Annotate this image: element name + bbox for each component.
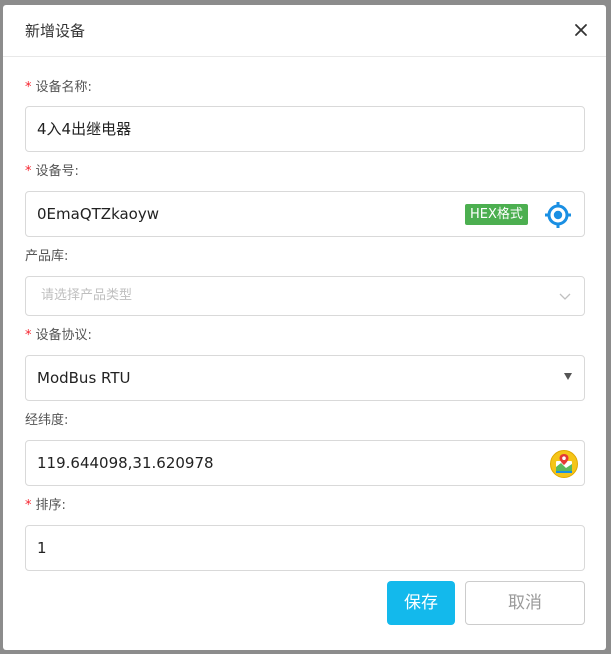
cancel-button[interactable]: 取消 <box>465 581 585 625</box>
required-mark: * <box>25 498 32 513</box>
required-mark: * <box>25 328 32 343</box>
product-lib-select[interactable]: 请选择产品类型 <box>25 276 585 316</box>
sort-label: * 排序: <box>25 498 66 514</box>
device-id-input[interactable]: 0EmaQTZkaoyw HEX格式 <box>25 191 585 237</box>
device-name-label-text: 设备名称: <box>35 80 92 95</box>
dialog-header: 新增设备 <box>3 5 606 57</box>
add-device-dialog: 新增设备 * 设备名称: 4入4出继电器 * 设备号: 0EmaQTZkaoyw H… <box>3 5 606 650</box>
protocol-value: ModBus RTU <box>37 369 131 387</box>
coords-label: 经纬度: <box>25 413 68 429</box>
coords-label-text: 经纬度: <box>25 413 69 428</box>
device-name-label: * 设备名称: <box>25 80 92 96</box>
crosshair-icon[interactable] <box>544 201 572 229</box>
map-pin-icon[interactable] <box>549 449 579 479</box>
save-button[interactable]: 保存 <box>387 581 455 625</box>
required-mark: * <box>25 80 32 95</box>
protocol-select[interactable]: ModBus RTU <box>25 355 585 401</box>
device-name-value: 4入4出继电器 <box>37 120 132 138</box>
device-id-label: * 设备号: <box>25 164 79 180</box>
dialog-title: 新增设备 <box>25 22 86 40</box>
product-lib-placeholder: 请选择产品类型 <box>41 288 133 303</box>
chevron-down-icon <box>559 293 571 300</box>
hex-format-badge[interactable]: HEX格式 <box>465 204 528 225</box>
protocol-label-text: 设备协议: <box>35 328 92 343</box>
device-id-value: 0EmaQTZkaoyw <box>37 205 160 223</box>
device-id-label-text: 设备号: <box>35 164 79 179</box>
protocol-label: * 设备协议: <box>25 328 92 344</box>
close-icon[interactable] <box>572 21 590 39</box>
product-lib-label-text: 产品库: <box>25 249 69 264</box>
device-name-input[interactable]: 4入4出继电器 <box>25 106 585 152</box>
caret-down-icon <box>564 373 572 380</box>
sort-input[interactable]: 1 <box>25 525 585 571</box>
sort-label-text: 排序: <box>35 498 66 513</box>
coords-input[interactable]: 119.644098,31.620978 <box>25 440 585 486</box>
coords-value: 119.644098,31.620978 <box>37 454 214 472</box>
product-lib-label: 产品库: <box>25 249 68 265</box>
sort-value: 1 <box>37 539 47 557</box>
required-mark: * <box>25 164 32 179</box>
